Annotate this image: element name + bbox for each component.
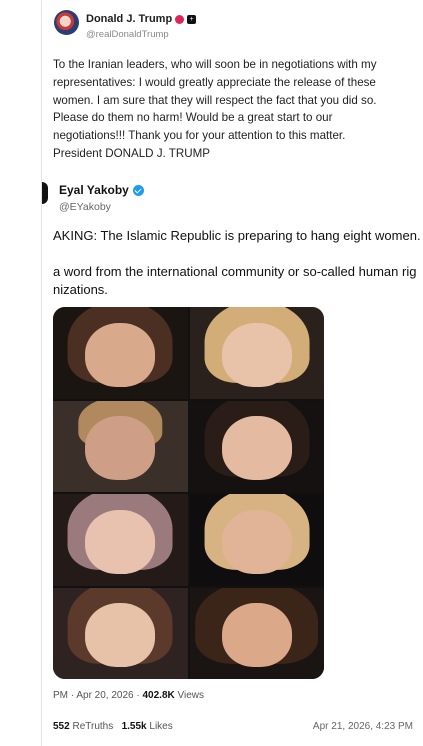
portrait-photo[interactable]: [53, 494, 188, 586]
quoted-text-line: AKING: The Islamic Republic is preparing…: [53, 228, 421, 243]
portrait-photo[interactable]: [189, 587, 324, 679]
photo-grid[interactable]: [53, 307, 324, 679]
verified-badge-icon: [175, 14, 185, 24]
quoted-author-avatar[interactable]: [42, 182, 48, 204]
quoted-author-handle[interactable]: @EYakoby: [59, 201, 111, 213]
post-header: Donald J. Trump + @realDonaldTrump: [54, 10, 414, 42]
verified-check-icon: [132, 184, 144, 196]
portrait-photo[interactable]: [189, 307, 324, 399]
views-count: 402.8K: [142, 690, 175, 701]
quoted-author-name-row: Eyal Yakoby: [59, 183, 144, 197]
quoted-author-name[interactable]: Eyal Yakoby: [59, 183, 129, 197]
author-name-row: Donald J. Trump +: [86, 13, 197, 25]
portrait-photo[interactable]: [53, 587, 188, 679]
retruths-label[interactable]: ReTruths: [72, 721, 113, 732]
plus-badge-icon: +: [187, 14, 197, 24]
quoted-post[interactable]: Eyal Yakoby @EYakoby AKING: The Islamic …: [42, 178, 423, 746]
post-footer: 552 ReTruths 1.55k Likes Apr 21, 2026, 4…: [53, 721, 413, 732]
portrait-photo[interactable]: [53, 400, 188, 492]
portrait-photo[interactable]: [189, 494, 324, 586]
portrait-photo[interactable]: [53, 307, 188, 399]
post-body: To the Iranian leaders, who will soon be…: [53, 58, 377, 160]
author-avatar[interactable]: [54, 10, 79, 35]
post-card: Donald J. Trump + @realDonaldTrump To th…: [41, 0, 423, 746]
portrait-photo[interactable]: [189, 400, 324, 492]
views-label: Views: [174, 690, 205, 701]
author-name[interactable]: Donald J. Trump: [86, 13, 172, 25]
quoted-timestamp[interactable]: PM · Apr 20, 2026 ·: [53, 690, 143, 701]
likes-label[interactable]: Likes: [149, 721, 172, 732]
author-handle[interactable]: @realDonaldTrump: [86, 29, 169, 40]
likes-count[interactable]: 1.55k: [122, 721, 147, 732]
retruths-count[interactable]: 552: [53, 721, 70, 732]
post-date[interactable]: Apr 21, 2026, 4:23 PM: [313, 721, 413, 732]
quoted-text-line: nizations.: [53, 282, 108, 297]
quoted-text-line: a word from the international community …: [53, 264, 417, 279]
quoted-meta: PM · Apr 20, 2026 · 402.8K Views: [53, 690, 204, 701]
